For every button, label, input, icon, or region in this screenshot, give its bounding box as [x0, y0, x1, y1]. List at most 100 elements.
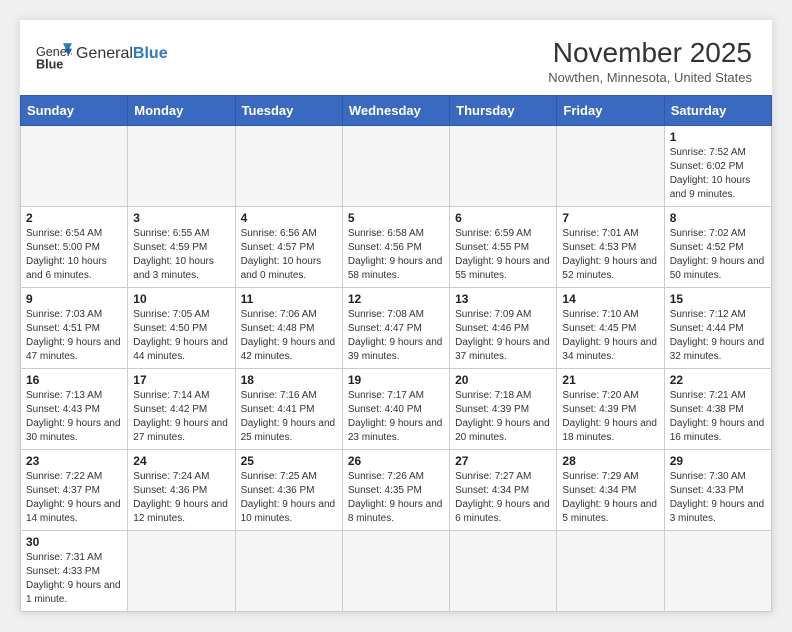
- calendar-cell: [128, 530, 235, 611]
- title-block: November 2025 Nowthen, Minnesota, United…: [548, 36, 752, 85]
- day-number: 21: [562, 373, 658, 387]
- calendar-cell: 13Sunrise: 7:09 AM Sunset: 4:46 PM Dayli…: [450, 287, 557, 368]
- day-info: Sunrise: 7:20 AM Sunset: 4:39 PM Dayligh…: [562, 389, 658, 445]
- header-row: Sunday Monday Tuesday Wednesday Thursday…: [21, 95, 772, 125]
- col-monday: Monday: [128, 95, 235, 125]
- calendar-cell: 8 Sunrise: 7:02 AM Sunset: 4:52 PM Daylig…: [664, 206, 771, 287]
- location: Nowthen, Minnesota, United States: [548, 70, 752, 85]
- calendar-cell: 2 Sunrise: 6:54 AM Sunset: 5:00 PM Daylig…: [21, 206, 128, 287]
- day-number: 14: [562, 292, 658, 306]
- day-info: Sunrise: 7:29 AM Sunset: 4:34 PM Dayligh…: [562, 470, 658, 526]
- day-number: 11: [241, 292, 337, 306]
- calendar-cell: 14 Sunrise: 7:10 AM Sunset: 4:45 PM Dayli…: [557, 287, 664, 368]
- calendar-cell: [342, 125, 449, 206]
- day-number: 9: [26, 292, 122, 306]
- calendar-cell: 15Sunrise: 7:12 AM Sunset: 4:44 PM Dayli…: [664, 287, 771, 368]
- day-info: Sunrise: 7:10 AM Sunset: 4:45 PM Dayligh…: [562, 308, 658, 364]
- day-info: Sunrise: 7:30 AM Sunset: 4:33 PM Dayligh…: [670, 470, 766, 526]
- calendar-week-0: 1 Sunrise: 7:52 AM Sunset: 6:02 PM Daylig…: [21, 125, 772, 206]
- logo-text-block: GeneralBlue: [76, 45, 168, 63]
- day-info: Sunrise: 7:14 AM Sunset: 4:42 PM Dayligh…: [133, 389, 229, 445]
- day-number: 18: [241, 373, 337, 387]
- svg-text:Blue: Blue: [36, 57, 63, 71]
- calendar-cell: [450, 530, 557, 611]
- calendar-cell: 24Sunrise: 7:24 AM Sunset: 4:36 PM Dayli…: [128, 449, 235, 530]
- logo-icon: General Blue: [36, 36, 72, 72]
- day-number: 26: [348, 454, 444, 468]
- calendar-cell: 17 Sunrise: 7:14 AM Sunset: 4:42 PM Dayli…: [128, 368, 235, 449]
- calendar-week-5: 30 Sunrise: 7:31 AM Sunset: 4:33 PM Dayli…: [21, 530, 772, 611]
- calendar-cell: [557, 530, 664, 611]
- col-sunday: Sunday: [21, 95, 128, 125]
- calendar-cell: [450, 125, 557, 206]
- calendar-cell: [664, 530, 771, 611]
- calendar-cell: 5Sunrise: 6:58 AM Sunset: 4:56 PM Daylig…: [342, 206, 449, 287]
- day-number: 19: [348, 373, 444, 387]
- calendar-cell: 12Sunrise: 7:08 AM Sunset: 4:47 PM Dayli…: [342, 287, 449, 368]
- day-info: Sunrise: 7:22 AM Sunset: 4:37 PM Dayligh…: [26, 470, 122, 526]
- calendar-table: Sunday Monday Tuesday Wednesday Thursday…: [20, 95, 772, 612]
- month-year: November 2025: [548, 36, 752, 70]
- day-info: Sunrise: 7:18 AM Sunset: 4:39 PM Dayligh…: [455, 389, 551, 445]
- day-info: Sunrise: 7:13 AM Sunset: 4:43 PM Dayligh…: [26, 389, 122, 445]
- calendar-cell: 3 Sunrise: 6:55 AM Sunset: 4:59 PM Daylig…: [128, 206, 235, 287]
- day-info: Sunrise: 7:52 AM Sunset: 6:02 PM Dayligh…: [670, 146, 766, 202]
- calendar-cell: 27Sunrise: 7:27 AM Sunset: 4:34 PM Dayli…: [450, 449, 557, 530]
- header: General Blue GeneralBlue November 2025 N…: [20, 20, 772, 95]
- day-number: 13: [455, 292, 551, 306]
- calendar-week-4: 23 Sunrise: 7:22 AM Sunset: 4:37 PM Dayli…: [21, 449, 772, 530]
- calendar-cell: 25Sunrise: 7:25 AM Sunset: 4:36 PM Dayli…: [235, 449, 342, 530]
- calendar-cell: 29 Sunrise: 7:30 AM Sunset: 4:33 PM Dayli…: [664, 449, 771, 530]
- day-info: Sunrise: 7:27 AM Sunset: 4:34 PM Dayligh…: [455, 470, 551, 526]
- day-number: 22: [670, 373, 766, 387]
- calendar-cell: 26 Sunrise: 7:26 AM Sunset: 4:35 PM Dayli…: [342, 449, 449, 530]
- day-number: 5: [348, 211, 444, 225]
- day-number: 8: [670, 211, 766, 225]
- day-number: 1: [670, 130, 766, 144]
- day-number: 28: [562, 454, 658, 468]
- calendar-cell: [342, 530, 449, 611]
- calendar-cell: 11Sunrise: 7:06 AM Sunset: 4:48 PM Dayli…: [235, 287, 342, 368]
- calendar-cell: 1 Sunrise: 7:52 AM Sunset: 6:02 PM Daylig…: [664, 125, 771, 206]
- calendar-cell: 4Sunrise: 6:56 AM Sunset: 4:57 PM Daylig…: [235, 206, 342, 287]
- day-info: Sunrise: 7:24 AM Sunset: 4:36 PM Dayligh…: [133, 470, 229, 526]
- day-number: 23: [26, 454, 122, 468]
- day-info: Sunrise: 7:03 AM Sunset: 4:51 PM Dayligh…: [26, 308, 122, 364]
- calendar-cell: 10 Sunrise: 7:05 AM Sunset: 4:50 PM Dayli…: [128, 287, 235, 368]
- calendar-cell: 30 Sunrise: 7:31 AM Sunset: 4:33 PM Dayli…: [21, 530, 128, 611]
- day-info: Sunrise: 6:55 AM Sunset: 4:59 PM Dayligh…: [133, 227, 229, 283]
- day-number: 3: [133, 211, 229, 225]
- day-number: 15: [670, 292, 766, 306]
- calendar-cell: [21, 125, 128, 206]
- logo-normal: General: [76, 45, 133, 62]
- day-number: 16: [26, 373, 122, 387]
- day-info: Sunrise: 6:59 AM Sunset: 4:55 PM Dayligh…: [455, 227, 551, 283]
- day-info: Sunrise: 7:26 AM Sunset: 4:35 PM Dayligh…: [348, 470, 444, 526]
- day-number: 7: [562, 211, 658, 225]
- day-number: 10: [133, 292, 229, 306]
- logo-bold: Blue: [133, 45, 168, 62]
- day-info: Sunrise: 7:31 AM Sunset: 4:33 PM Dayligh…: [26, 551, 122, 607]
- day-number: 2: [26, 211, 122, 225]
- day-info: Sunrise: 7:02 AM Sunset: 4:52 PM Dayligh…: [670, 227, 766, 283]
- col-friday: Friday: [557, 95, 664, 125]
- calendar-cell: 20Sunrise: 7:18 AM Sunset: 4:39 PM Dayli…: [450, 368, 557, 449]
- day-info: Sunrise: 7:01 AM Sunset: 4:53 PM Dayligh…: [562, 227, 658, 283]
- day-number: 25: [241, 454, 337, 468]
- day-number: 30: [26, 535, 122, 549]
- day-info: Sunrise: 6:54 AM Sunset: 5:00 PM Dayligh…: [26, 227, 122, 283]
- calendar-cell: 9 Sunrise: 7:03 AM Sunset: 4:51 PM Daylig…: [21, 287, 128, 368]
- calendar-cell: 21 Sunrise: 7:20 AM Sunset: 4:39 PM Dayli…: [557, 368, 664, 449]
- calendar-cell: 7 Sunrise: 7:01 AM Sunset: 4:53 PM Daylig…: [557, 206, 664, 287]
- day-info: Sunrise: 7:08 AM Sunset: 4:47 PM Dayligh…: [348, 308, 444, 364]
- day-info: Sunrise: 7:05 AM Sunset: 4:50 PM Dayligh…: [133, 308, 229, 364]
- calendar-cell: 28 Sunrise: 7:29 AM Sunset: 4:34 PM Dayli…: [557, 449, 664, 530]
- day-info: Sunrise: 7:17 AM Sunset: 4:40 PM Dayligh…: [348, 389, 444, 445]
- day-number: 29: [670, 454, 766, 468]
- col-tuesday: Tuesday: [235, 95, 342, 125]
- day-number: 17: [133, 373, 229, 387]
- calendar-week-1: 2 Sunrise: 6:54 AM Sunset: 5:00 PM Daylig…: [21, 206, 772, 287]
- calendar-cell: 23 Sunrise: 7:22 AM Sunset: 4:37 PM Dayli…: [21, 449, 128, 530]
- col-saturday: Saturday: [664, 95, 771, 125]
- calendar-cell: [128, 125, 235, 206]
